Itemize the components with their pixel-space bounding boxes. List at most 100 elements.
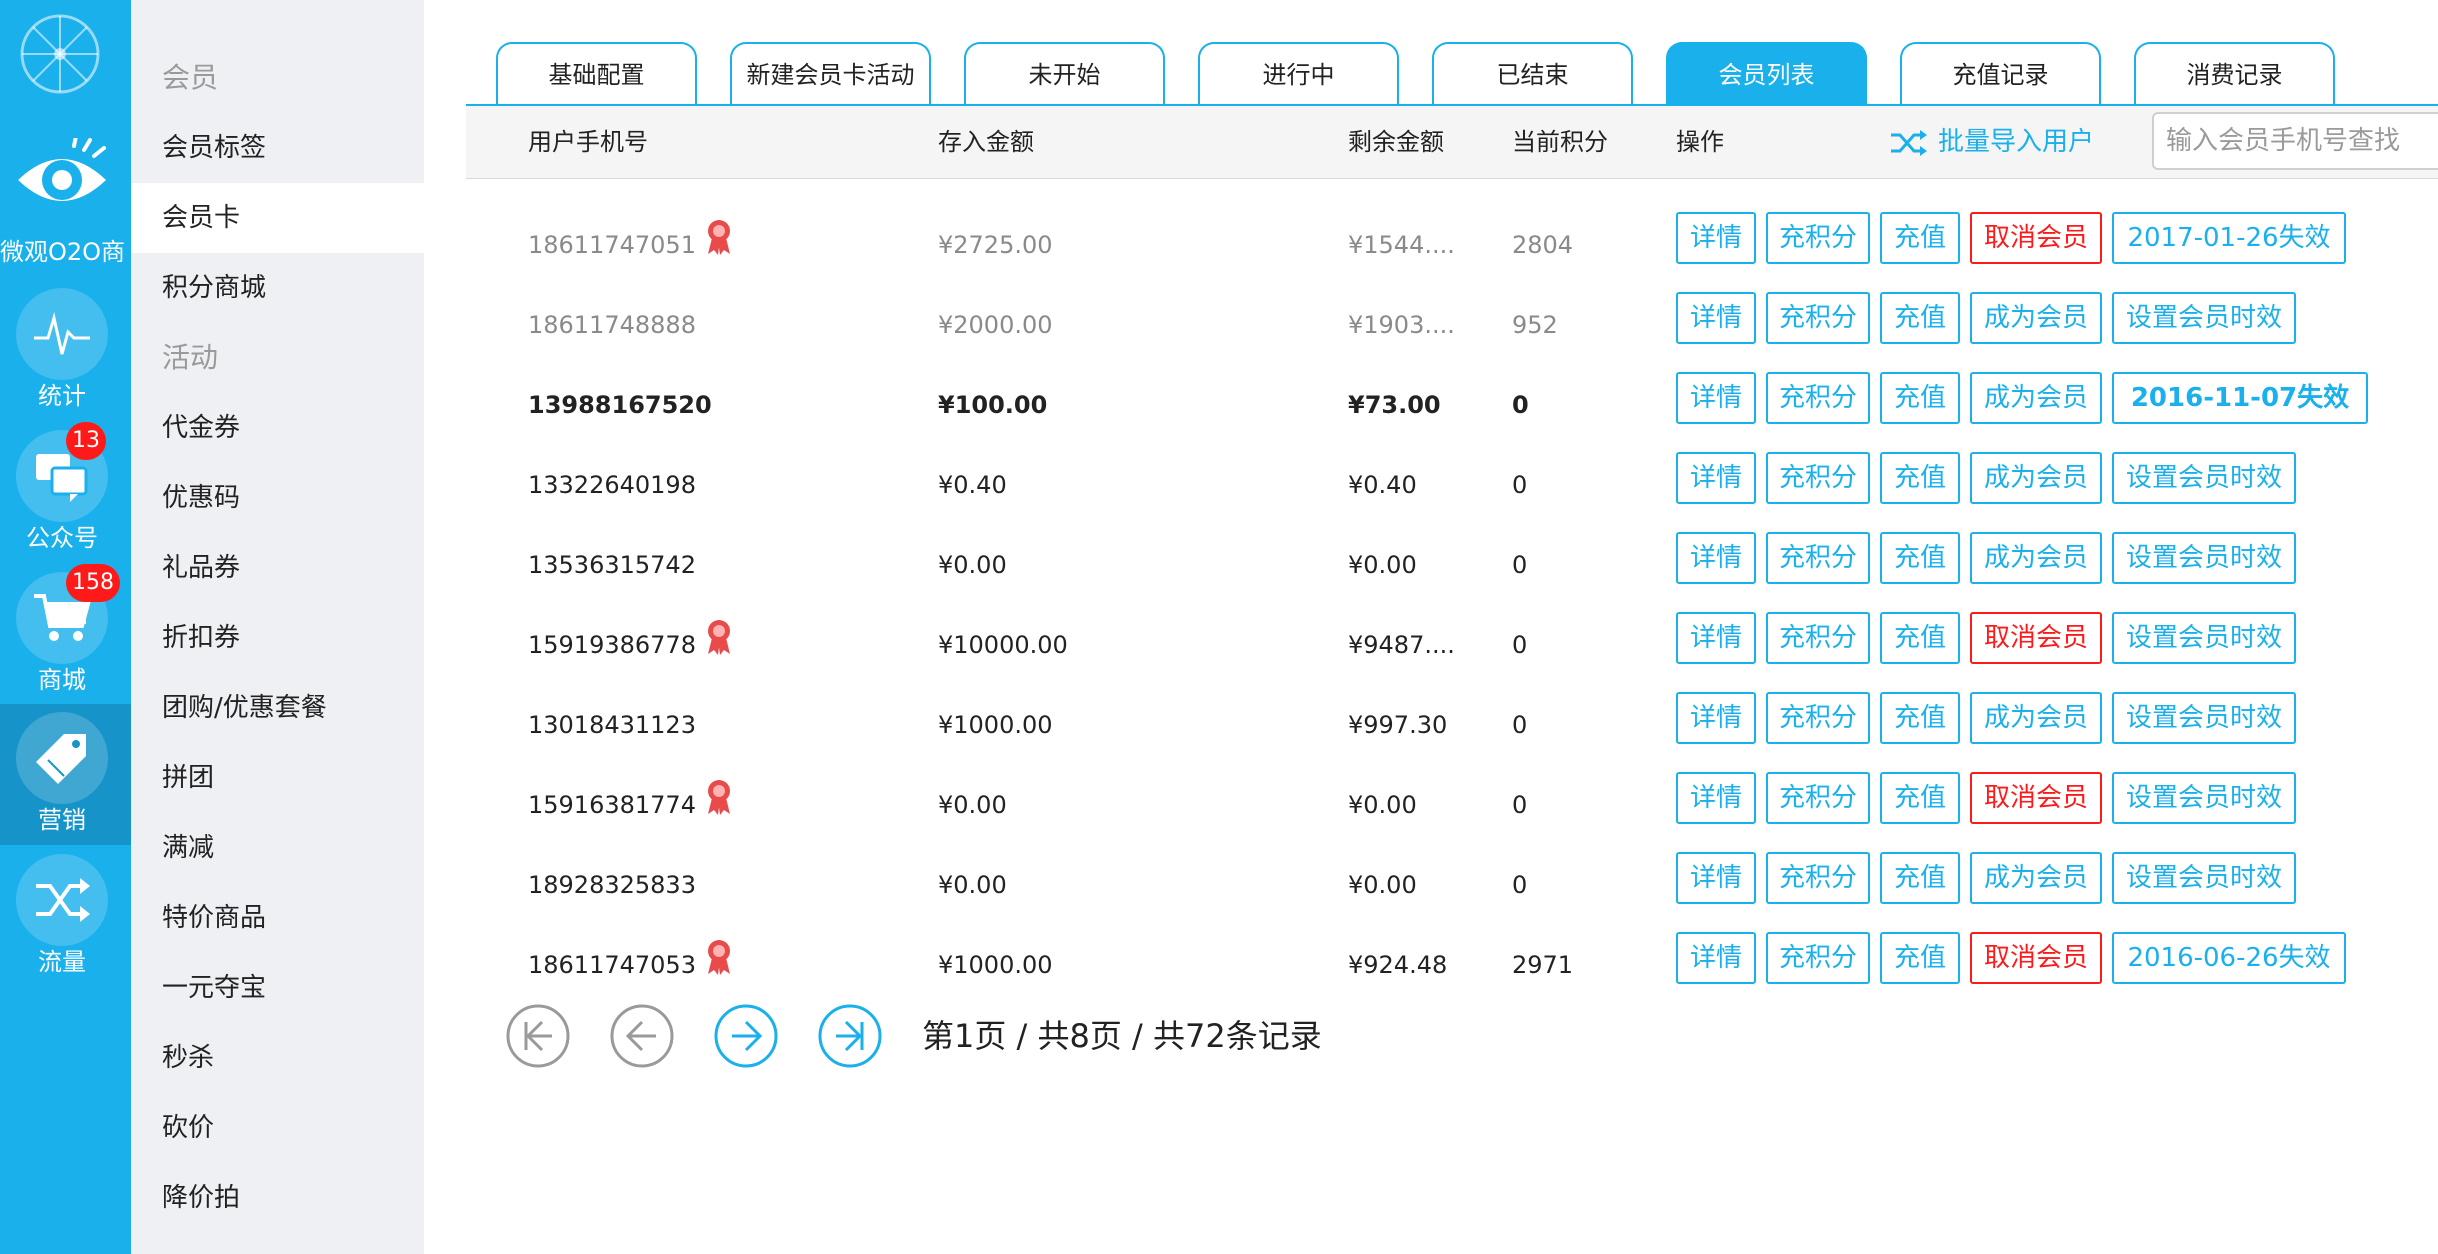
batch-import-button[interactable]: 批量导入用户: [1890, 106, 2094, 178]
add-points-button[interactable]: 充积分: [1766, 372, 1870, 424]
pager-prev-button[interactable]: [610, 1004, 674, 1068]
submenu-item-flash-sale[interactable]: 秒杀: [131, 1023, 424, 1093]
detail-button[interactable]: 详情: [1676, 212, 1756, 264]
tab-in-progress[interactable]: 进行中: [1198, 42, 1399, 104]
detail-button[interactable]: 详情: [1676, 852, 1756, 904]
tab-ended[interactable]: 已结束: [1432, 42, 1633, 104]
submenu-item-one-yuan[interactable]: 一元夺宝: [131, 953, 424, 1023]
set-expiry-button[interactable]: 设置会员时效: [2112, 612, 2296, 664]
shuffle-icon: [1891, 129, 1927, 156]
cell-phone: 18611748888: [528, 311, 696, 339]
cancel-member-button[interactable]: 取消会员: [1970, 932, 2102, 984]
detail-button[interactable]: 详情: [1676, 692, 1756, 744]
submenu-item-group-buy[interactable]: 团购/优惠套餐: [131, 673, 424, 743]
recharge-button[interactable]: 充值: [1880, 292, 1960, 344]
set-expiry-button[interactable]: 设置会员时效: [2112, 532, 2296, 584]
tab-consumption-records[interactable]: 消费记录: [2134, 42, 2335, 104]
add-points-button[interactable]: 充积分: [1766, 852, 1870, 904]
table-row: 18611748888 ¥2000.00 ¥1903.... 952 详情 充积分 充值 成为…: [466, 280, 2438, 360]
submenu-item-voucher[interactable]: 代金券: [131, 393, 424, 463]
tab-new-activity[interactable]: 新建会员卡活动: [730, 42, 931, 104]
become-member-button[interactable]: 成为会员: [1970, 292, 2102, 344]
set-expiry-button[interactable]: 设置会员时效: [2112, 692, 2296, 744]
rail-item-traffic[interactable]: 流量: [0, 846, 131, 987]
pager-next-button[interactable]: [714, 1004, 778, 1068]
cancel-member-button[interactable]: 取消会员: [1970, 612, 2102, 664]
submenu-item-discount-coupon[interactable]: 折扣券: [131, 603, 424, 673]
submenu-item-bargain[interactable]: 砍价: [131, 1093, 424, 1163]
add-points-button[interactable]: 充积分: [1766, 532, 1870, 584]
recharge-button[interactable]: 充值: [1880, 932, 1960, 984]
submenu-item-gift-coupon[interactable]: 礼品券: [131, 533, 424, 603]
detail-button[interactable]: 详情: [1676, 292, 1756, 344]
detail-button[interactable]: 详情: [1676, 612, 1756, 664]
table-header: 用户手机号 存入金额 剩余金额 当前积分 操作: [466, 106, 2438, 179]
cell-phone: 15916381774: [528, 791, 696, 819]
tab-basic-config[interactable]: 基础配置: [496, 42, 697, 104]
add-points-button[interactable]: 充积分: [1766, 612, 1870, 664]
cell-balance: ¥9487....: [1348, 631, 1455, 659]
table-row: 13536315742 ¥0.00 ¥0.00 0 详情 充积分 充值 成为会员 设置会员时效: [466, 520, 2438, 600]
rail-brand[interactable]: 微观O2O商...: [0, 128, 131, 268]
submenu-item-full-reduction[interactable]: 满减: [131, 813, 424, 883]
rail-item-stats[interactable]: 统计: [0, 280, 131, 421]
cancel-member-button[interactable]: 取消会员: [1970, 772, 2102, 824]
submenu-item-promo-code[interactable]: 优惠码: [131, 463, 424, 533]
cell-deposit: ¥10000.00: [938, 631, 1068, 659]
recharge-button[interactable]: 充值: [1880, 612, 1960, 664]
set-expiry-button[interactable]: 设置会员时效: [2112, 852, 2296, 904]
member-search-input[interactable]: [2152, 112, 2438, 170]
add-points-button[interactable]: 充积分: [1766, 932, 1870, 984]
cancel-member-button[interactable]: 取消会员: [1970, 212, 2102, 264]
recharge-button[interactable]: 充值: [1880, 692, 1960, 744]
detail-button[interactable]: 详情: [1676, 532, 1756, 584]
recharge-button[interactable]: 充值: [1880, 212, 1960, 264]
become-member-button[interactable]: 成为会员: [1970, 532, 2102, 584]
submenu-item-points-mall[interactable]: 积分商城: [131, 253, 424, 323]
recharge-button[interactable]: 充值: [1880, 372, 1960, 424]
rail-item-marketing[interactable]: 营销: [0, 704, 131, 845]
submenu-item-member-tags[interactable]: 会员标签: [131, 113, 424, 183]
cell-phone: 18611747051: [528, 231, 696, 259]
member-expiry-button[interactable]: 2016-06-26失效: [2112, 932, 2346, 984]
table-row: 18611747053 ¥1000.00 ¥924.48 2971 详情 充积分 充值 取消会…: [466, 920, 2438, 1000]
pager-last-button[interactable]: [818, 1004, 882, 1068]
rail-item-shop[interactable]: 158 商城: [0, 564, 131, 705]
submenu-item-member-card[interactable]: 会员卡: [131, 183, 424, 253]
add-points-button[interactable]: 充积分: [1766, 692, 1870, 744]
rail-item-wechat[interactable]: 13 公众号: [0, 422, 131, 563]
detail-button[interactable]: 详情: [1676, 772, 1756, 824]
cell-deposit: ¥0.40: [938, 471, 1007, 499]
set-expiry-button[interactable]: 设置会员时效: [2112, 452, 2296, 504]
table-row: 18928325833 ¥0.00 ¥0.00 0 详情 充积分 充值 成为会员 设置会员时效: [466, 840, 2438, 920]
recharge-button[interactable]: 充值: [1880, 852, 1960, 904]
tab-not-started[interactable]: 未开始: [964, 42, 1165, 104]
detail-button[interactable]: 详情: [1676, 372, 1756, 424]
column-header-actions: 操作: [1676, 128, 1724, 156]
add-points-button[interactable]: 充积分: [1766, 452, 1870, 504]
set-expiry-button[interactable]: 设置会员时效: [2112, 292, 2296, 344]
recharge-button[interactable]: 充值: [1880, 532, 1960, 584]
cell-phone: 15919386778: [528, 631, 696, 659]
tab-member-list[interactable]: 会员列表: [1666, 42, 1867, 104]
member-expiry-button[interactable]: 2017-01-26失效: [2112, 212, 2346, 264]
recharge-button[interactable]: 充值: [1880, 772, 1960, 824]
become-member-button[interactable]: 成为会员: [1970, 852, 2102, 904]
submenu-item-team-buy[interactable]: 拼团: [131, 743, 424, 813]
tab-bar: 基础配置 新建会员卡活动 未开始 进行中 已结束 会员列表 充值记录 消费记录: [466, 0, 2438, 106]
submenu-item-special-price[interactable]: 特价商品: [131, 883, 424, 953]
detail-button[interactable]: 详情: [1676, 932, 1756, 984]
submenu-item-price-drop[interactable]: 降价拍: [131, 1163, 424, 1233]
become-member-button[interactable]: 成为会员: [1970, 372, 2102, 424]
detail-button[interactable]: 详情: [1676, 452, 1756, 504]
tab-recharge-records[interactable]: 充值记录: [1900, 42, 2101, 104]
set-expiry-button[interactable]: 设置会员时效: [2112, 772, 2296, 824]
become-member-button[interactable]: 成为会员: [1970, 452, 2102, 504]
add-points-button[interactable]: 充积分: [1766, 772, 1870, 824]
pager-first-button[interactable]: [506, 1004, 570, 1068]
add-points-button[interactable]: 充积分: [1766, 292, 1870, 344]
become-member-button[interactable]: 成为会员: [1970, 692, 2102, 744]
member-expiry-button[interactable]: 2016-11-07失效: [2112, 372, 2368, 424]
recharge-button[interactable]: 充值: [1880, 452, 1960, 504]
add-points-button[interactable]: 充积分: [1766, 212, 1870, 264]
